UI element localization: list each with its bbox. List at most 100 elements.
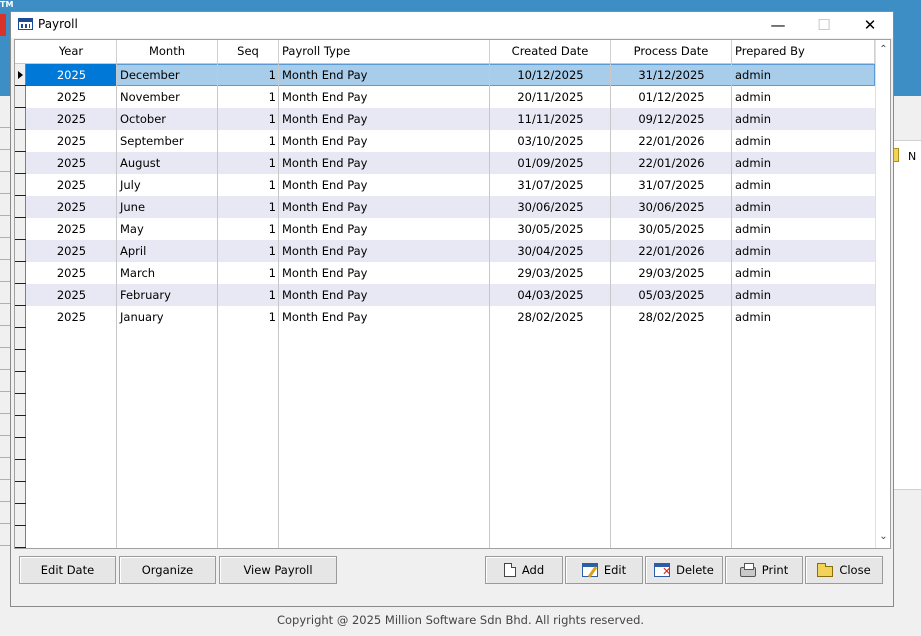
table-cell[interactable]: July bbox=[117, 174, 218, 196]
table-cell[interactable]: 1 bbox=[218, 284, 279, 306]
view-payroll-button[interactable]: View Payroll bbox=[219, 556, 337, 584]
table-cell[interactable]: 29/03/2025 bbox=[611, 262, 732, 284]
table-cell[interactable]: admin bbox=[732, 174, 875, 196]
delete-button[interactable]: Delete bbox=[645, 556, 723, 584]
table-cell[interactable]: 1 bbox=[218, 196, 279, 218]
table-cell[interactable]: 01/12/2025 bbox=[611, 86, 732, 108]
table-cell[interactable]: admin bbox=[732, 240, 875, 262]
table-cell[interactable]: Month End Pay bbox=[279, 108, 490, 130]
column-header[interactable]: Process Date bbox=[611, 40, 732, 63]
table-cell[interactable]: 2025 bbox=[26, 218, 117, 240]
table-cell[interactable]: 30/06/2025 bbox=[490, 196, 611, 218]
table-cell[interactable]: 30/05/2025 bbox=[490, 218, 611, 240]
row-indicator[interactable] bbox=[15, 86, 26, 108]
column-header[interactable]: Prepared By bbox=[732, 40, 875, 63]
table-cell[interactable]: 05/03/2025 bbox=[611, 284, 732, 306]
row-indicator[interactable] bbox=[15, 64, 26, 86]
table-cell[interactable]: 2025 bbox=[26, 262, 117, 284]
row-indicator[interactable] bbox=[15, 240, 26, 262]
row-indicator[interactable] bbox=[15, 174, 26, 196]
table-cell[interactable]: Month End Pay bbox=[279, 196, 490, 218]
table-cell[interactable]: 2025 bbox=[26, 240, 117, 262]
row-indicator[interactable] bbox=[15, 218, 26, 240]
scroll-down-icon[interactable]: ⌄ bbox=[878, 531, 889, 543]
add-button[interactable]: Add bbox=[485, 556, 563, 584]
row-indicator[interactable] bbox=[15, 262, 26, 284]
table-cell[interactable]: Month End Pay bbox=[279, 262, 490, 284]
table-cell[interactable]: 30/04/2025 bbox=[490, 240, 611, 262]
table-cell[interactable]: admin bbox=[732, 152, 875, 174]
table-cell[interactable]: 2025 bbox=[26, 86, 117, 108]
table-cell[interactable]: admin bbox=[732, 196, 875, 218]
row-indicator[interactable] bbox=[15, 526, 26, 548]
table-cell[interactable]: May bbox=[117, 218, 218, 240]
table-cell[interactable]: 31/07/2025 bbox=[490, 174, 611, 196]
table-cell[interactable]: 30/06/2025 bbox=[611, 196, 732, 218]
table-cell[interactable]: 01/09/2025 bbox=[490, 152, 611, 174]
table-cell[interactable]: 2025 bbox=[26, 64, 117, 86]
edit-date-button[interactable]: Edit Date bbox=[19, 556, 116, 584]
table-cell[interactable]: 2025 bbox=[26, 130, 117, 152]
table-cell[interactable]: 28/02/2025 bbox=[490, 306, 611, 328]
row-indicator[interactable] bbox=[15, 152, 26, 174]
table-cell[interactable]: 03/10/2025 bbox=[490, 130, 611, 152]
column-header[interactable]: Month bbox=[117, 40, 218, 63]
table-row[interactable]: 2025 April 1 Month End Pay 30/04/2025 22/01/2… bbox=[26, 240, 875, 262]
table-cell[interactable]: 1 bbox=[218, 262, 279, 284]
column-header[interactable]: Seq bbox=[218, 40, 279, 63]
table-cell[interactable]: Month End Pay bbox=[279, 284, 490, 306]
table-cell[interactable]: 04/03/2025 bbox=[490, 284, 611, 306]
row-indicator[interactable] bbox=[15, 108, 26, 130]
table-cell[interactable]: Month End Pay bbox=[279, 306, 490, 328]
table-cell[interactable]: 11/11/2025 bbox=[490, 108, 611, 130]
table-cell[interactable]: 2025 bbox=[26, 152, 117, 174]
column-header[interactable]: Payroll Type bbox=[279, 40, 490, 63]
table-cell[interactable]: 1 bbox=[218, 86, 279, 108]
table-cell[interactable]: 1 bbox=[218, 108, 279, 130]
row-indicator[interactable] bbox=[15, 328, 26, 350]
vertical-scrollbar[interactable]: ⌃ ⌄ bbox=[875, 40, 890, 548]
table-cell[interactable]: June bbox=[117, 196, 218, 218]
table-row[interactable]: 2025 September 1 Month End Pay 03/10/2025 22/… bbox=[26, 130, 875, 152]
table-cell[interactable]: admin bbox=[732, 262, 875, 284]
table-cell[interactable]: 1 bbox=[218, 64, 279, 86]
table-cell[interactable]: 29/03/2025 bbox=[490, 262, 611, 284]
table-cell[interactable]: 1 bbox=[218, 152, 279, 174]
row-indicator[interactable] bbox=[15, 372, 26, 394]
table-cell[interactable]: Month End Pay bbox=[279, 130, 490, 152]
table-cell[interactable]: 30/05/2025 bbox=[611, 218, 732, 240]
table-cell[interactable]: 09/12/2025 bbox=[611, 108, 732, 130]
table-cell[interactable]: 2025 bbox=[26, 284, 117, 306]
table-row[interactable]: 2025 November 1 Month End Pay 20/11/2025 01/1… bbox=[26, 86, 875, 108]
title-bar[interactable]: Payroll — ☐ ✕ bbox=[11, 12, 893, 38]
table-cell[interactable]: February bbox=[117, 284, 218, 306]
minimize-button[interactable]: — bbox=[755, 12, 801, 38]
table-cell[interactable]: admin bbox=[732, 86, 875, 108]
table-row[interactable]: 2025 October 1 Month End Pay 11/11/2025 09/12… bbox=[26, 108, 875, 130]
table-cell[interactable]: 2025 bbox=[26, 108, 117, 130]
table-cell[interactable]: April bbox=[117, 240, 218, 262]
table-row[interactable]: 2025 May 1 Month End Pay 30/05/2025 30/05/202… bbox=[26, 218, 875, 240]
row-indicator[interactable] bbox=[15, 482, 26, 504]
maximize-button[interactable]: ☐ bbox=[801, 12, 847, 38]
row-indicator[interactable] bbox=[15, 350, 26, 372]
table-row[interactable]: 2025 January 1 Month End Pay 28/02/2025 28/02… bbox=[26, 306, 875, 328]
print-button[interactable]: Print bbox=[725, 556, 803, 584]
row-indicator[interactable] bbox=[15, 284, 26, 306]
table-cell[interactable]: 31/07/2025 bbox=[611, 174, 732, 196]
table-cell[interactable]: Month End Pay bbox=[279, 152, 490, 174]
table-row[interactable]: 2025 August 1 Month End Pay 01/09/2025 22/01/… bbox=[26, 152, 875, 174]
table-cell[interactable]: November bbox=[117, 86, 218, 108]
table-cell[interactable]: 1 bbox=[218, 240, 279, 262]
table-row[interactable]: 2025 February 1 Month End Pay 04/03/2025 05/0… bbox=[26, 284, 875, 306]
row-indicator[interactable] bbox=[15, 306, 26, 328]
row-indicator[interactable] bbox=[15, 196, 26, 218]
row-indicator[interactable] bbox=[15, 394, 26, 416]
table-row[interactable]: 2025 December 1 Month End Pay 10/12/2025 31/1… bbox=[26, 64, 875, 86]
close-button[interactable]: Close bbox=[805, 556, 883, 584]
table-cell[interactable]: admin bbox=[732, 284, 875, 306]
column-header[interactable]: Year bbox=[26, 40, 117, 63]
table-row[interactable]: 2025 March 1 Month End Pay 29/03/2025 29/03/2… bbox=[26, 262, 875, 284]
scroll-up-icon[interactable]: ⌃ bbox=[878, 44, 889, 56]
table-cell[interactable]: 2025 bbox=[26, 306, 117, 328]
